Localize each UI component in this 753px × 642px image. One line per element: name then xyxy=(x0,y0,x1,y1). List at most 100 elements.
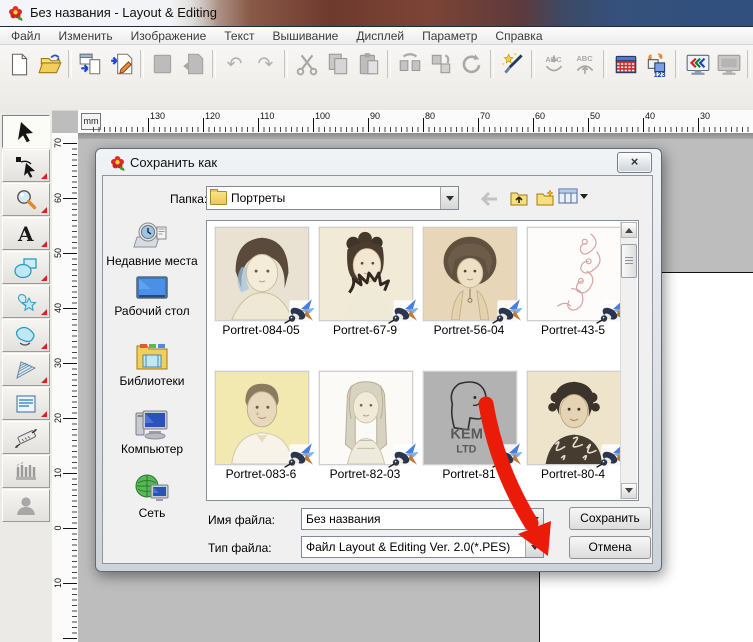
place-computer[interactable]: Компьютер xyxy=(100,407,204,456)
window-title: Без названия - Layout & Editing xyxy=(30,5,217,20)
point-edit-tool-button[interactable] xyxy=(2,149,50,182)
place-libraries[interactable]: Библиотеки xyxy=(100,341,204,388)
shape-tool-button[interactable] xyxy=(2,251,50,284)
place-network[interactable]: Сеть xyxy=(100,473,204,520)
new-document-button[interactable] xyxy=(3,49,34,80)
redo-button-disabled[interactable]: ↷ xyxy=(250,49,281,80)
save-button-disabled[interactable] xyxy=(147,49,178,80)
filename-dropdown-button[interactable] xyxy=(525,509,543,529)
menu-display[interactable]: Дисплей xyxy=(347,28,413,44)
application-window: Без названия - Layout & Editing Файл Изм… xyxy=(0,0,753,642)
toolbar-separator xyxy=(747,50,751,78)
folder-combobox[interactable]: Портреты xyxy=(206,186,459,210)
cut-button-disabled[interactable] xyxy=(291,49,322,80)
file-tile[interactable] xyxy=(527,371,621,465)
thread-palette-icon xyxy=(613,51,639,77)
place-label: Компьютер xyxy=(100,443,204,456)
freeform-tool-button[interactable] xyxy=(2,319,50,352)
text-arc-down-button-disabled[interactable]: ABC xyxy=(538,49,569,80)
h-ruler-label: 110 xyxy=(260,111,274,121)
new-folder-icon xyxy=(535,189,555,207)
filetype-combobox[interactable]: Файл Layout & Editing Ver. 2.0(*.PES) xyxy=(301,536,544,558)
export-image-button[interactable] xyxy=(106,49,137,80)
menu-image[interactable]: Изображение xyxy=(122,28,216,44)
screen-preview-button-disabled[interactable] xyxy=(713,49,744,80)
measure-tool-button[interactable] xyxy=(2,421,50,454)
title-bar[interactable]: Без названия - Layout & Editing xyxy=(0,0,753,27)
place-recent[interactable]: Недавние места xyxy=(100,219,204,268)
new-folder-button[interactable] xyxy=(532,187,558,209)
file-tile[interactable] xyxy=(215,371,309,465)
portrait-tool-button[interactable] xyxy=(2,489,50,522)
scroll-up-button[interactable] xyxy=(621,222,637,238)
file-label: Portret-82-03 xyxy=(313,467,417,481)
menu-edit[interactable]: Изменить xyxy=(50,28,122,44)
h-ruler-label: 100 xyxy=(315,111,330,121)
file-tile[interactable] xyxy=(319,371,413,465)
magic-wand-button[interactable] xyxy=(497,49,528,80)
menu-help[interactable]: Справка xyxy=(486,28,551,44)
folder-dropdown-button[interactable] xyxy=(440,187,458,209)
undo-button-disabled[interactable]: ↶ xyxy=(219,49,250,80)
fan-shape-tool-button[interactable] xyxy=(2,353,50,386)
h-ruler-label: 60 xyxy=(535,111,545,121)
select-arrow-icon xyxy=(13,120,39,144)
close-button[interactable]: × xyxy=(617,152,652,173)
star-shape-tool-button[interactable] xyxy=(2,285,50,318)
rotate-button-disabled[interactable] xyxy=(456,49,487,80)
cancel-button[interactable]: Отмена xyxy=(569,536,651,559)
paste-icon xyxy=(356,51,382,77)
menu-bar: Файл Изменить Изображение Текст Вышивани… xyxy=(0,27,753,45)
text-tool-button[interactable]: A xyxy=(2,217,50,250)
pes-file-icon xyxy=(284,442,314,468)
file-label: Portret-083-6 xyxy=(209,467,313,481)
menu-option[interactable]: Параметр xyxy=(413,28,486,44)
select-tool-button[interactable] xyxy=(2,115,50,148)
zoom-tool-button[interactable] xyxy=(2,183,50,216)
insert-page-button-disabled[interactable] xyxy=(178,49,209,80)
text-frame-tool-button[interactable] xyxy=(2,387,50,420)
file-list[interactable]: Portret-084-05 Portret-67-9 Portret-56-0… xyxy=(206,220,639,501)
file-tile[interactable] xyxy=(423,227,517,321)
pes-file-icon xyxy=(388,298,418,324)
filename-combobox[interactable]: Без названия xyxy=(301,508,544,530)
canvas-shadow xyxy=(78,133,753,139)
h-ruler-label: 130 xyxy=(150,111,165,121)
menu-sewing[interactable]: Вышивание xyxy=(263,28,347,44)
folder-icon xyxy=(210,191,227,205)
screen-preview-icon xyxy=(716,51,742,77)
view-menu-button[interactable] xyxy=(558,187,588,205)
file-tile[interactable] xyxy=(319,227,413,321)
import-design-button[interactable] xyxy=(75,49,106,80)
place-desktop[interactable]: Рабочий стол xyxy=(100,275,204,318)
paste-button-disabled[interactable] xyxy=(353,49,384,80)
text-arc-up-button-disabled[interactable]: ABC xyxy=(569,49,600,80)
realistic-preview-button[interactable] xyxy=(682,49,713,80)
file-tile[interactable] xyxy=(215,227,309,321)
sewing-order-button[interactable]: 123 xyxy=(641,49,672,80)
up-one-level-button[interactable] xyxy=(506,187,532,209)
flip-button-disabled[interactable] xyxy=(394,49,425,80)
toolbar-separator xyxy=(675,50,679,78)
file-tile[interactable]: KEMLTD xyxy=(423,371,517,465)
thread-palette-button[interactable] xyxy=(610,49,641,80)
text-arc-up-icon: ABC xyxy=(572,51,598,77)
filetype-dropdown-button[interactable] xyxy=(525,537,543,557)
open-file-button[interactable] xyxy=(34,49,65,80)
file-list-scrollbar[interactable] xyxy=(620,222,637,499)
toolbar-separator xyxy=(490,50,494,78)
save-button[interactable]: Сохранить xyxy=(569,507,651,530)
h-ruler-label: 40 xyxy=(645,111,655,121)
menu-file[interactable]: Файл xyxy=(2,28,50,44)
scrollbar-thumb[interactable] xyxy=(621,244,637,278)
flip-vertical-icon xyxy=(428,51,454,77)
group-button-disabled[interactable] xyxy=(425,49,456,80)
copy-button-disabled[interactable] xyxy=(322,49,353,80)
h-ruler-label: 90 xyxy=(370,111,380,121)
file-tile[interactable] xyxy=(527,227,621,321)
menu-text[interactable]: Текст xyxy=(215,28,263,44)
stitch-tool-button[interactable] xyxy=(2,455,50,488)
scroll-down-button[interactable] xyxy=(621,483,637,499)
v-ruler-label: 30 xyxy=(53,355,65,371)
back-button-disabled[interactable] xyxy=(478,188,504,210)
